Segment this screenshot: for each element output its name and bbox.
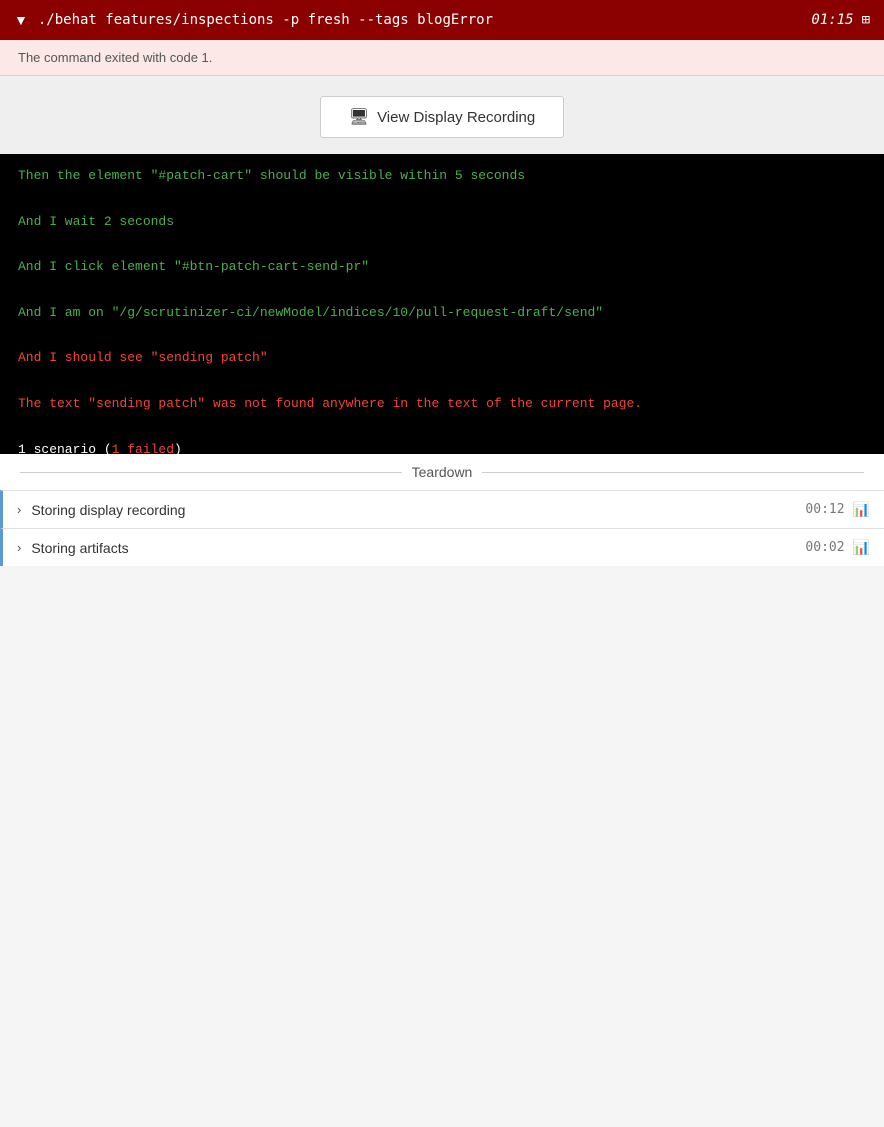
chevron-right-icon: › [17,502,21,517]
monitor-icon: 🖥 [349,107,369,127]
error-banner: The command exited with code 1. [0,40,884,76]
teardown-label: Teardown [402,464,483,480]
terminal-line: And I wait 2 seconds [18,212,866,233]
chart-icon: 📊 [853,501,870,518]
storing-artifacts-label: Storing artifacts [31,540,805,556]
chevron-down-icon[interactable]: ▼ [14,12,28,28]
main-content: 🖥 View Display Recording Then the elemen… [0,76,884,454]
terminal-line [18,326,866,347]
header-left: ▼ ./behat features/inspections -p fresh … [14,12,493,28]
terminal-line [18,280,866,301]
terminal-line: The text "sending patch" was not found a… [18,394,866,415]
terminal-line: And I should see "sending patch" [18,348,866,369]
chevron-right-icon: › [17,540,21,555]
teardown-item-storing-artifacts[interactable]: › Storing artifacts 00:02 📊 [0,528,884,566]
storing-display-time: 00:12 [805,502,844,517]
recording-button-label: View Display Recording [377,109,535,126]
header-title: ./behat features/inspections -p fresh --… [38,12,493,28]
terminal-line [18,234,866,255]
header-time: 01:15 [811,12,853,28]
terminal-container: Then the element "#patch-cart" should be… [0,154,884,454]
header-right: 01:15 ⊞ [811,12,870,28]
header-bar: ▼ ./behat features/inspections -p fresh … [0,0,884,40]
teardown-section: Teardown › Storing display recording 00:… [0,454,884,566]
teardown-item-storing-display[interactable]: › Storing display recording 00:12 📊 [0,490,884,528]
terminal-line: 1 scenario (1 failed) [18,440,866,454]
storing-display-label: Storing display recording [31,502,805,518]
recording-area: 🖥 View Display Recording [0,76,884,154]
monitor-icon: ⊞ [862,12,870,28]
error-text: The command exited with code 1. [18,50,212,65]
chart-icon: 📊 [853,539,870,556]
view-display-recording-button[interactable]: 🖥 View Display Recording [320,96,564,138]
terminal-line: And I click element "#btn-patch-cart-sen… [18,257,866,278]
terminal-line [18,417,866,438]
storing-artifacts-time: 00:02 [805,540,844,555]
terminal-line: Then the element "#patch-cart" should be… [18,166,866,187]
terminal-line: And I am on "/g/scrutinizer-ci/newModel/… [18,303,866,324]
terminal-line [18,371,866,392]
teardown-header: Teardown [0,454,884,490]
terminal-line [18,189,866,210]
terminal-content[interactable]: Then the element "#patch-cart" should be… [0,154,884,454]
